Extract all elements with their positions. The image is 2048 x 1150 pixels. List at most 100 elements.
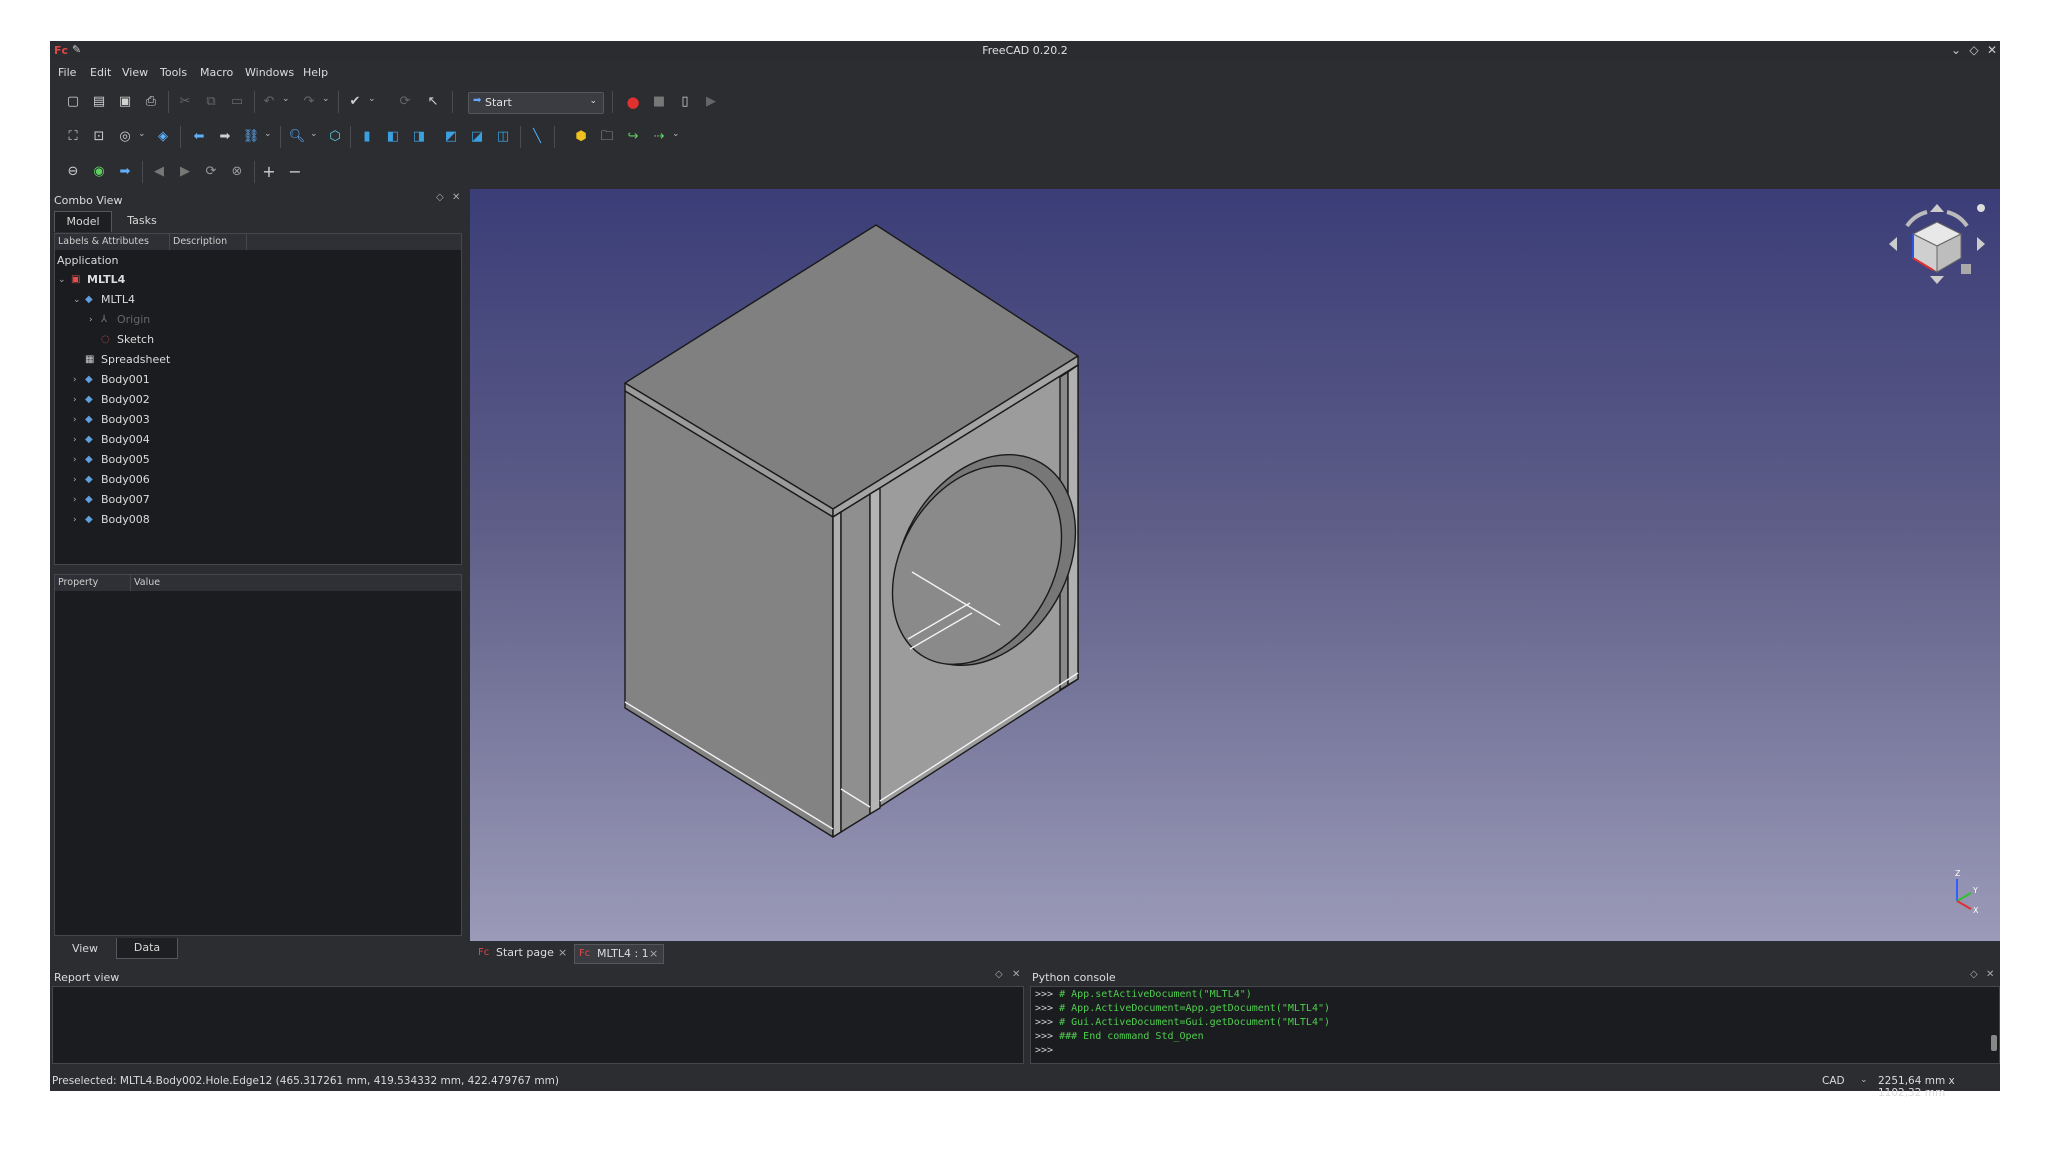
tab-tasks[interactable]: Tasks [114,211,170,231]
menu-tools[interactable]: Tools [160,66,187,79]
redo-dropdown-icon[interactable]: ⌄ [322,94,330,104]
left-view-icon[interactable]: ◫ [494,128,512,146]
collapse-toggle-icon[interactable]: › [73,471,77,489]
tree-item-body004[interactable]: › ◆ Body004 [55,431,455,449]
fit-all-icon[interactable]: ⛶ [64,128,82,146]
tree-item-document[interactable]: ⌄ ▣ MLTL4 [55,271,455,289]
paste-icon[interactable]: ▭ [228,93,246,111]
web-zoom-out-icon[interactable]: − [286,163,304,181]
link-actions-dropdown-icon[interactable]: ⌄ [672,129,680,139]
stop-macro-icon[interactable]: ■ [650,93,668,111]
tree-item-body[interactable]: ⌄ ◆ MLTL4 [55,291,455,309]
measure-distance-icon[interactable]: ╲ [528,128,546,146]
web-home-icon[interactable]: ⊖ [64,163,82,181]
isometric-view-icon[interactable]: ⬡ [326,128,344,146]
menu-edit[interactable]: Edit [90,66,111,79]
tab-data[interactable]: Data [116,938,178,959]
collapse-toggle-icon[interactable]: › [73,431,77,449]
collapse-toggle-icon[interactable]: › [73,411,77,429]
float-panel-icon[interactable]: ◇ [436,192,444,203]
link-icon[interactable]: ⛓ [242,128,260,146]
draw-style-icon[interactable]: ◎ [116,128,134,146]
bounding-box-icon[interactable]: ◈ [154,128,172,146]
web-forward-icon[interactable]: ▶ [176,163,194,181]
undo-icon[interactable]: ↶ [260,93,278,111]
front-view-icon[interactable]: ▮ [358,128,376,146]
tree-header-description[interactable]: Description [170,234,247,250]
web-open-icon[interactable]: ➡ [116,163,134,181]
chevron-down-icon[interactable]: ⌄ [1860,1075,1868,1085]
minimize-button[interactable]: ⌄ [1948,43,1964,57]
whats-this-icon[interactable]: ↖ [424,93,442,111]
copy-icon[interactable]: ⧉ [202,93,220,111]
undo-dropdown-icon[interactable]: ⌄ [282,94,290,104]
collapse-toggle-icon[interactable]: › [73,371,77,389]
report-view-output[interactable] [52,986,1024,1064]
link-dropdown-icon[interactable]: ⌄ [264,129,272,139]
web-back-icon[interactable]: ◀ [150,163,168,181]
close-panel-icon[interactable]: ✕ [1986,969,1994,980]
menu-windows[interactable]: Windows [245,66,294,79]
record-macro-icon[interactable]: ● [624,93,642,111]
tab-start-page[interactable]: Fc Start page × [474,944,570,962]
link-make-icon[interactable]: ↪ [624,128,642,146]
redo-icon[interactable]: ↷ [300,93,318,111]
forward-icon[interactable]: ➡ [216,128,234,146]
property-header-value[interactable]: Value [131,575,461,591]
collapse-toggle-icon[interactable]: › [73,451,77,469]
property-header-property[interactable]: Property [55,575,131,591]
refresh-check-icon[interactable]: ✔ [346,93,364,111]
execute-macro-icon[interactable]: ▶ [702,93,720,111]
tree-item-body003[interactable]: › ◆ Body003 [55,411,455,429]
back-icon[interactable]: ⬅ [190,128,208,146]
tree-item-spreadsheet[interactable]: ▦ Spreadsheet [55,351,455,369]
3d-viewport[interactable]: Z Y X [470,189,2000,941]
close-tab-icon[interactable]: × [558,944,567,962]
tree-item-body005[interactable]: › ◆ Body005 [55,451,455,469]
zoom-icon[interactable]: 🔍︎ [288,128,306,146]
collapse-toggle-icon[interactable]: › [73,391,77,409]
tab-model[interactable]: Model [54,211,112,232]
tree-item-origin[interactable]: › ⅄ Origin [55,311,455,329]
print-icon[interactable]: ⎙ [142,93,160,111]
web-zoom-in-icon[interactable]: + [260,163,278,181]
fit-selection-icon[interactable]: ⊡ [90,128,108,146]
rear-view-icon[interactable]: ◩ [442,128,460,146]
tree-item-body007[interactable]: › ◆ Body007 [55,491,455,509]
right-view-icon[interactable]: ◨ [410,128,428,146]
tab-mltl4[interactable]: Fc MLTL4 : 1 × [574,944,664,964]
link-actions-icon[interactable]: ⇢ [650,128,668,146]
web-refresh-icon[interactable]: ⟳ [202,163,220,181]
group-icon[interactable]: 🗀︎ [598,128,616,146]
open-file-icon[interactable]: ▤ [90,93,108,111]
python-console-output[interactable]: >>> # App.setActiveDocument("MLTL4") >>>… [1030,986,2000,1064]
float-panel-icon[interactable]: ◇ [1970,969,1978,980]
web-globe-icon[interactable]: ◉ [90,163,108,181]
tree-item-body002[interactable]: › ◆ Body002 [55,391,455,409]
tree-item-body008[interactable]: › ◆ Body008 [55,511,455,529]
close-tab-icon[interactable]: × [649,945,658,963]
expand-toggle-icon[interactable]: ⌄ [58,271,66,289]
navigation-style-selector[interactable]: CAD [1822,1075,1845,1087]
close-window-button[interactable]: ✕ [1984,43,2000,57]
bottom-view-icon[interactable]: ◪ [468,128,486,146]
tree-header-labels[interactable]: Labels & Attributes [55,234,170,250]
maximize-button[interactable]: ◇ [1966,43,1982,57]
menu-view[interactable]: View [122,66,148,79]
zoom-dropdown-icon[interactable]: ⌄ [310,129,318,139]
tree-item-body006[interactable]: › ◆ Body006 [55,471,455,489]
workbench-selector[interactable]: ➡ Start ⌄ [468,92,604,114]
web-stop-icon[interactable]: ⊗ [228,163,246,181]
tab-view[interactable]: View [60,939,110,959]
new-file-icon[interactable]: ▢ [64,93,82,111]
tree-item-body001[interactable]: › ◆ Body001 [55,371,455,389]
console-scrollbar[interactable] [1991,1035,1997,1051]
check-dropdown-icon[interactable]: ⌄ [368,94,376,104]
top-view-icon[interactable]: ◧ [384,128,402,146]
part-icon[interactable]: ⬢ [572,128,590,146]
float-panel-icon[interactable]: ◇ [995,969,1003,980]
save-icon[interactable]: ▣ [116,93,134,111]
collapse-toggle-icon[interactable]: › [73,511,77,529]
tree-item-sketch[interactable]: ◌ Sketch [55,331,455,349]
macros-icon[interactable]: ▯ [676,93,694,111]
